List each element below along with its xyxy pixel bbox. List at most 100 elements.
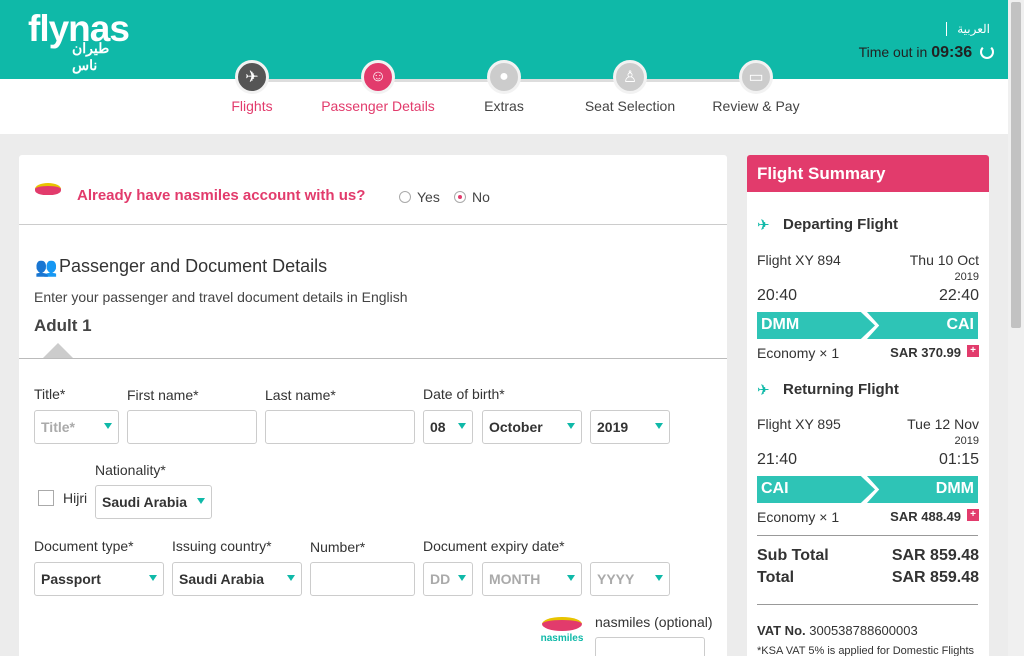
timeout-label: Time out in [858,44,928,60]
booking-steps: ✈ Flights ☺ Passenger Details ● Extras ♙… [0,60,1008,134]
chevron-down-icon [458,575,466,581]
departing-class: Economy × 1 [757,345,840,361]
departing-plane-icon: ✈ [757,217,770,234]
departing-destination: CAI [867,312,978,339]
chevron-down-icon [104,423,112,429]
document-type-select[interactable]: Passport [34,562,164,596]
adult-tab[interactable]: Adult 1 [34,316,92,336]
dob-label: Date of birth* [423,386,505,402]
issuing-country-value: Saudi Arabia [179,571,265,587]
returning-plane-icon: ✈ [757,382,770,399]
departing-arr-time: 22:40 [938,287,979,304]
departing-route: DMM CAI [757,312,978,339]
nasmiles-optional-label: nasmiles (optional) [595,614,713,630]
returning-price: SAR 488.49 [890,509,961,524]
dob-year-select[interactable]: 2019 [590,410,670,444]
departing-date: Thu 10 Oct [909,252,979,268]
chevron-down-icon [655,423,663,429]
expiry-month-select[interactable]: MONTH [482,562,582,596]
first-name-input[interactable] [127,410,257,444]
chevron-down-icon [197,498,205,504]
flight-summary-panel: Flight Summary ✈ Departing Flight Flight… [747,155,989,656]
passenger-form-card: Already have nasmiles account with us? Y… [19,155,727,656]
payment-icon: ▭ [739,60,773,94]
returning-dep-time: 21:40 [757,451,798,468]
language-switch-link[interactable]: العربية [946,22,990,36]
returning-flight-number: Flight XY 895 [757,416,841,432]
expiry-year-select[interactable]: YYYY [590,562,670,596]
nasmiles-logo-icon [35,183,61,195]
departing-title: Departing Flight [783,216,898,233]
step-passenger-details[interactable]: ☺ Passenger Details [313,60,443,114]
last-name-input[interactable] [265,410,415,444]
scrollbar-thumb[interactable] [1011,2,1021,328]
radio-no-label: No [472,189,490,205]
title-label: Title* [34,386,66,402]
page-scrollbar[interactable] [1008,0,1024,656]
departing-year: 2019 [954,271,979,283]
dob-month-select[interactable]: October [482,410,582,444]
first-name-label: First name* [127,387,199,403]
refresh-icon[interactable] [980,45,994,59]
flynas-logo[interactable]: flynas طيران ناس [28,10,130,74]
seat-icon: ♙ [613,60,647,94]
subtotal-label: Sub Total [757,547,829,564]
departing-origin: DMM [757,312,875,339]
last-name-label: Last name* [265,387,336,403]
nasmiles-logo-text: nasmiles [540,633,584,644]
expiry-date-label: Document expiry date* [423,538,565,554]
step-label: Extras [484,98,524,114]
nasmiles-question: Already have nasmiles account with us? [77,187,366,204]
step-label: Flights [231,98,273,114]
nasmiles-logo: nasmiles [535,617,589,644]
nationality-select[interactable]: Saudi Arabia [95,485,212,519]
vat-info: VAT No. 300538788600003 [757,623,918,638]
step-extras: ● Extras [439,60,569,114]
nasmiles-number-input[interactable] [595,637,705,656]
divider [757,604,978,605]
dob-day-select[interactable]: 08 [423,410,473,444]
expiry-day-select[interactable]: DD [423,562,473,596]
timeout-value: 09:36 [931,44,973,61]
hijri-checkbox[interactable] [38,490,54,506]
total-value: SAR 859.48 [891,569,979,586]
step-flights[interactable]: ✈ Flights [187,60,317,114]
nationality-label: Nationality* [95,462,166,478]
chevron-down-icon [458,423,466,429]
document-type-value: Passport [41,571,101,587]
returning-origin: CAI [757,476,875,503]
returning-year: 2019 [954,435,979,447]
step-seat-selection: ♙ Seat Selection [565,60,695,114]
chevron-down-icon [655,575,663,581]
radio-yes[interactable]: Yes [399,189,440,205]
plane-icon: ✈ [235,60,269,94]
radio-yes-label: Yes [417,189,440,205]
passengers-icon: ☺ [361,60,395,94]
chevron-down-icon [287,575,295,581]
step-label: Review & Pay [712,98,800,114]
expiry-day-placeholder: DD [430,571,451,587]
returning-date: Tue 12 Nov [907,416,979,432]
radio-yes-circle[interactable] [399,191,411,203]
title-select[interactable]: Title* [34,410,119,444]
returning-class: Economy × 1 [757,509,840,525]
expand-plus-icon[interactable]: + [967,509,979,521]
issuing-country-select[interactable]: Saudi Arabia [172,562,302,596]
expand-plus-icon[interactable]: + [967,345,979,357]
summary-title: Flight Summary [747,155,989,192]
vat-value: 300538788600003 [809,623,918,638]
section-subtitle: Enter your passenger and travel document… [34,289,408,305]
document-number-input[interactable] [310,562,415,596]
nasmiles-logo-icon [542,617,582,631]
hijri-label: Hijri [63,490,88,506]
subtotal-value: SAR 859.48 [891,547,979,564]
radio-no[interactable]: No [454,189,490,205]
document-type-label: Document type* [34,538,134,554]
vat-note: *KSA VAT 5% is applied for Domestic Flig… [757,645,975,656]
adult-tab-indicator [43,343,73,358]
step-review-pay: ▭ Review & Pay [691,60,821,114]
dining-icon: ● [487,60,521,94]
radio-no-circle[interactable] [454,191,466,203]
expiry-month-placeholder: MONTH [489,571,541,587]
total-label: Total [757,569,795,586]
